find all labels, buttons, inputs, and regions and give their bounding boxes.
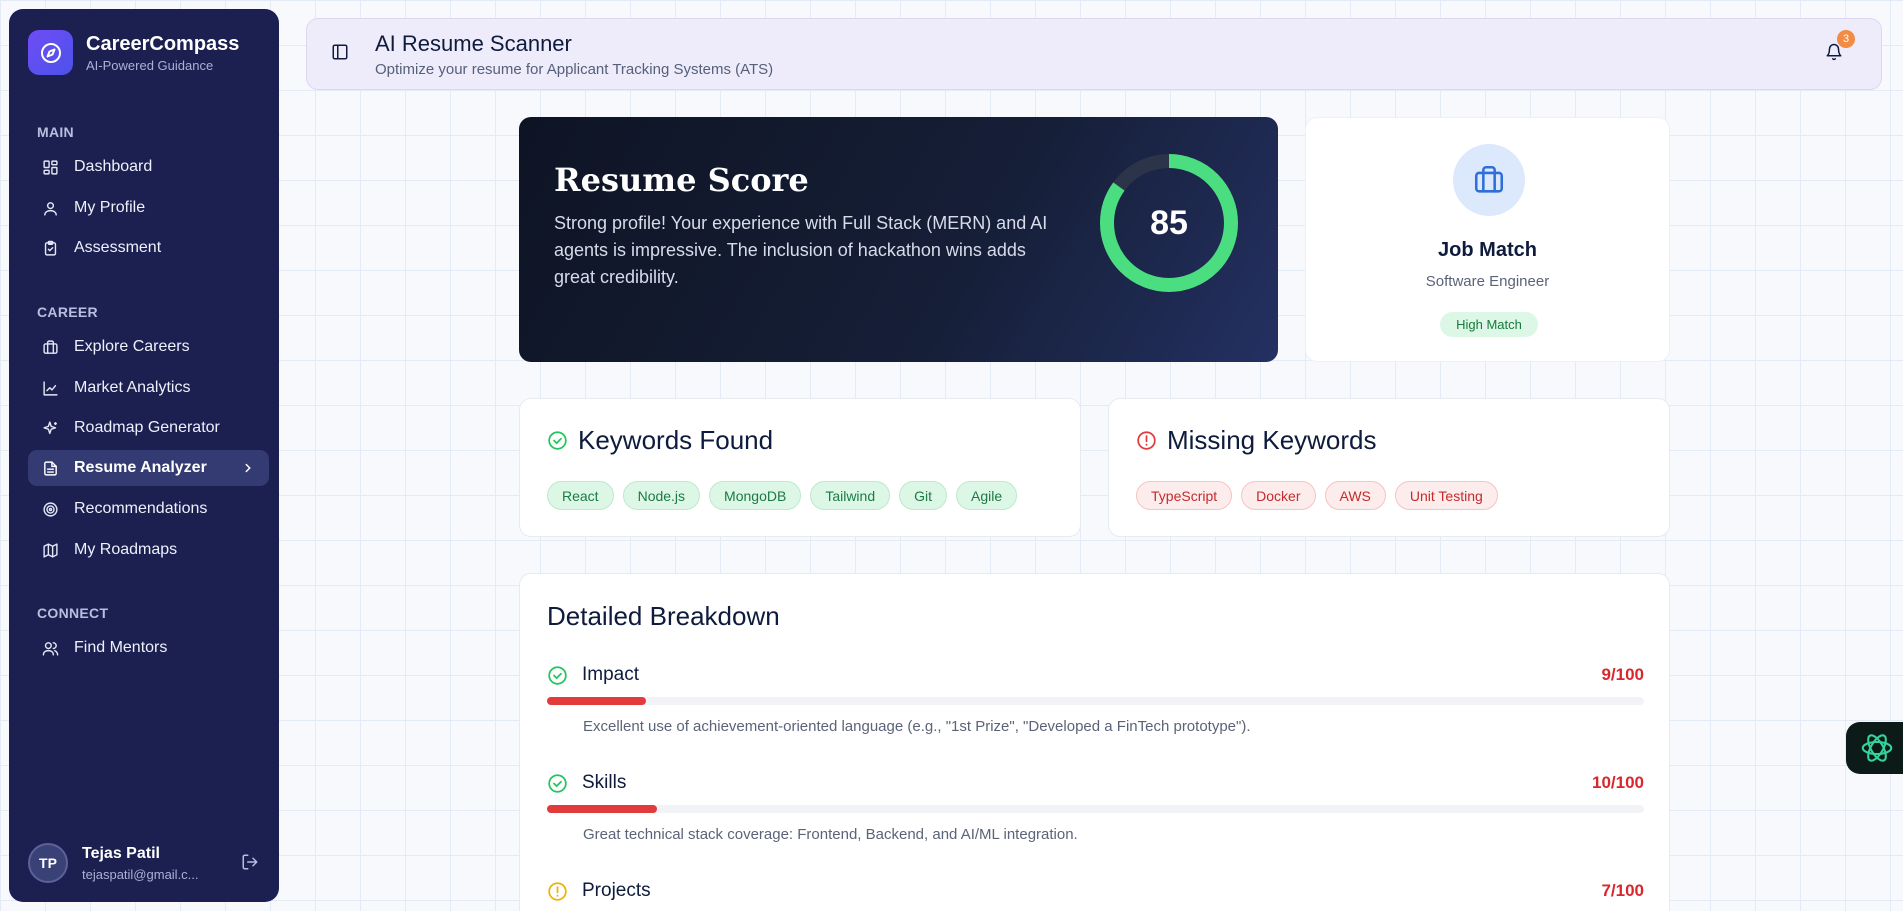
chart-line-icon (43, 380, 58, 396)
user-email: tejaspatil@gmail.c... (82, 866, 199, 882)
sidebar-item-assessment[interactable]: Assessment (28, 230, 269, 266)
breakdown-title: Detailed Breakdown (547, 601, 780, 631)
document-icon (44, 460, 57, 476)
breakdown-description: Great technical stack coverage: Frontend… (583, 826, 1078, 843)
sidebar: CareerCompass AI-Powered Guidance MAIN D… (9, 9, 279, 902)
missing-keyword-chip: AWS (1324, 481, 1386, 510)
sidebar-item-label: Roadmap Generator (74, 419, 220, 436)
nav-section-main: MAIN (37, 124, 74, 140)
alert-circle-icon (1137, 431, 1156, 450)
logout-icon[interactable] (241, 853, 259, 871)
found-chips: React Node.js MongoDB Tailwind Git Agile (547, 481, 1026, 510)
nav-section-career: CAREER (37, 304, 98, 320)
progress-fill (547, 805, 657, 813)
progress-track (547, 697, 1644, 705)
keyword-chip: Agile (956, 481, 1018, 510)
avatar: TP (28, 843, 68, 883)
sidebar-item-recommendations[interactable]: Recommendations (28, 491, 269, 527)
keyword-chip: Node.js (622, 481, 701, 510)
page-subtitle: Optimize your resume for Applicant Track… (375, 61, 774, 78)
chevron-right-icon (245, 463, 251, 473)
page-header: AI Resume Scanner Optimize your resume f… (306, 18, 1882, 90)
progress-track (547, 805, 1644, 813)
keyword-chip: Tailwind (810, 481, 891, 510)
missing-keywords-card: Missing Keywords TypeScript Docker AWS U… (1108, 398, 1670, 537)
match-badge: High Match (1440, 312, 1538, 337)
target-icon (43, 501, 58, 517)
breakdown-score: 10/100 (1592, 773, 1644, 792)
missing-keywords-title: Missing Keywords (1167, 425, 1377, 455)
breakdown-item-projects: Projects 7/100 (547, 878, 1644, 904)
sidebar-item-label: Find Mentors (74, 639, 168, 656)
breakdown-label: Projects (582, 880, 651, 901)
check-circle-icon (548, 665, 567, 685)
dashboard-icon (43, 159, 58, 175)
clipboard-icon (44, 240, 57, 256)
sidebar-item-label: Recommendations (74, 500, 208, 517)
sidebar-item-label: My Roadmaps (74, 541, 178, 558)
score-description: Strong profile! Your experience with Ful… (554, 213, 1048, 287)
score-value: 85 (1150, 203, 1188, 242)
missing-chips: TypeScript Docker AWS Unit Testing (1136, 481, 1507, 510)
alert-circle-icon (548, 881, 567, 901)
notification-badge: 3 (1837, 30, 1855, 48)
keywords-found-title: Keywords Found (578, 425, 774, 455)
breakdown-description: Excellent use of achievement-oriented la… (583, 718, 1251, 735)
sidebar-item-label: My Profile (74, 199, 146, 216)
job-match-card: Job Match Software Engineer High Match (1305, 117, 1670, 362)
briefcase-icon (1453, 144, 1525, 216)
resume-score-card: Resume Score Strong profile! Your experi… (519, 117, 1278, 362)
sidebar-item-explore-careers[interactable]: Explore Careers (28, 329, 269, 365)
breakdown-label: Impact (582, 664, 640, 685)
user-icon (44, 201, 57, 216)
detailed-breakdown-card: Detailed Breakdown Impact 9/100 Excellen… (519, 573, 1670, 911)
ai-assistant-icon (1861, 734, 1893, 762)
sidebar-toggle-icon[interactable] (331, 43, 349, 61)
sidebar-item-find-mentors[interactable]: Find Mentors (28, 630, 269, 666)
sidebar-item-dashboard[interactable]: Dashboard (28, 149, 269, 185)
map-icon (43, 542, 58, 558)
keyword-chip: Git (899, 481, 948, 510)
missing-keyword-chip: TypeScript (1136, 481, 1233, 510)
briefcase-icon (43, 339, 58, 354)
sidebar-item-my-profile[interactable]: My Profile (28, 190, 269, 226)
sidebar-item-label: Explore Careers (74, 338, 190, 355)
check-circle-icon (548, 431, 567, 450)
user-name: Tejas Patil (82, 844, 160, 862)
missing-keyword-chip: Unit Testing (1394, 481, 1498, 510)
compass-icon (28, 30, 73, 75)
nav-section-connect: CONNECT (37, 605, 109, 621)
sidebar-item-label: Resume Analyzer (74, 459, 207, 476)
brand-name: CareerCompass (86, 33, 240, 55)
sidebar-item-resume-analyzer[interactable]: Resume Analyzer (28, 450, 269, 486)
sidebar-item-label: Dashboard (74, 158, 153, 175)
keyword-chip: React (547, 481, 614, 510)
breakdown-label: Skills (582, 772, 627, 793)
sparkle-icon (43, 420, 57, 434)
check-circle-icon (548, 773, 567, 793)
breakdown-item-impact: Impact 9/100 Excellent use of achievemen… (547, 662, 1644, 735)
job-match-role: Software Engineer (1425, 273, 1550, 290)
brand-tagline: AI-Powered Guidance (86, 58, 214, 73)
keyword-chip: MongoDB (709, 481, 802, 510)
sidebar-item-market-analytics[interactable]: Market Analytics (28, 370, 269, 406)
ai-assistant-button[interactable] (1846, 722, 1903, 774)
page-title: AI Resume Scanner (375, 31, 572, 56)
missing-keyword-chip: Docker (1241, 481, 1316, 510)
sidebar-item-roadmap-generator[interactable]: Roadmap Generator (28, 410, 269, 446)
breakdown-score: 9/100 (1601, 665, 1644, 684)
sidebar-item-label: Market Analytics (74, 379, 191, 396)
sidebar-item-label: Assessment (74, 239, 162, 256)
breakdown-item-skills: Skills 10/100 Great technical stack cove… (547, 770, 1644, 843)
breakdown-score: 7/100 (1601, 881, 1644, 900)
keywords-found-card: Keywords Found React Node.js MongoDB Tai… (519, 398, 1081, 537)
users-icon (42, 641, 59, 656)
progress-fill (547, 697, 646, 705)
job-match-title: Job Match (1438, 239, 1537, 261)
user-profile[interactable]: TP Tejas Patil tejaspatil@gmail.c... (28, 843, 269, 883)
sidebar-item-my-roadmaps[interactable]: My Roadmaps (28, 532, 269, 568)
brand[interactable]: CareerCompass AI-Powered Guidance (28, 30, 239, 75)
score-title: Resume Score (554, 161, 809, 199)
